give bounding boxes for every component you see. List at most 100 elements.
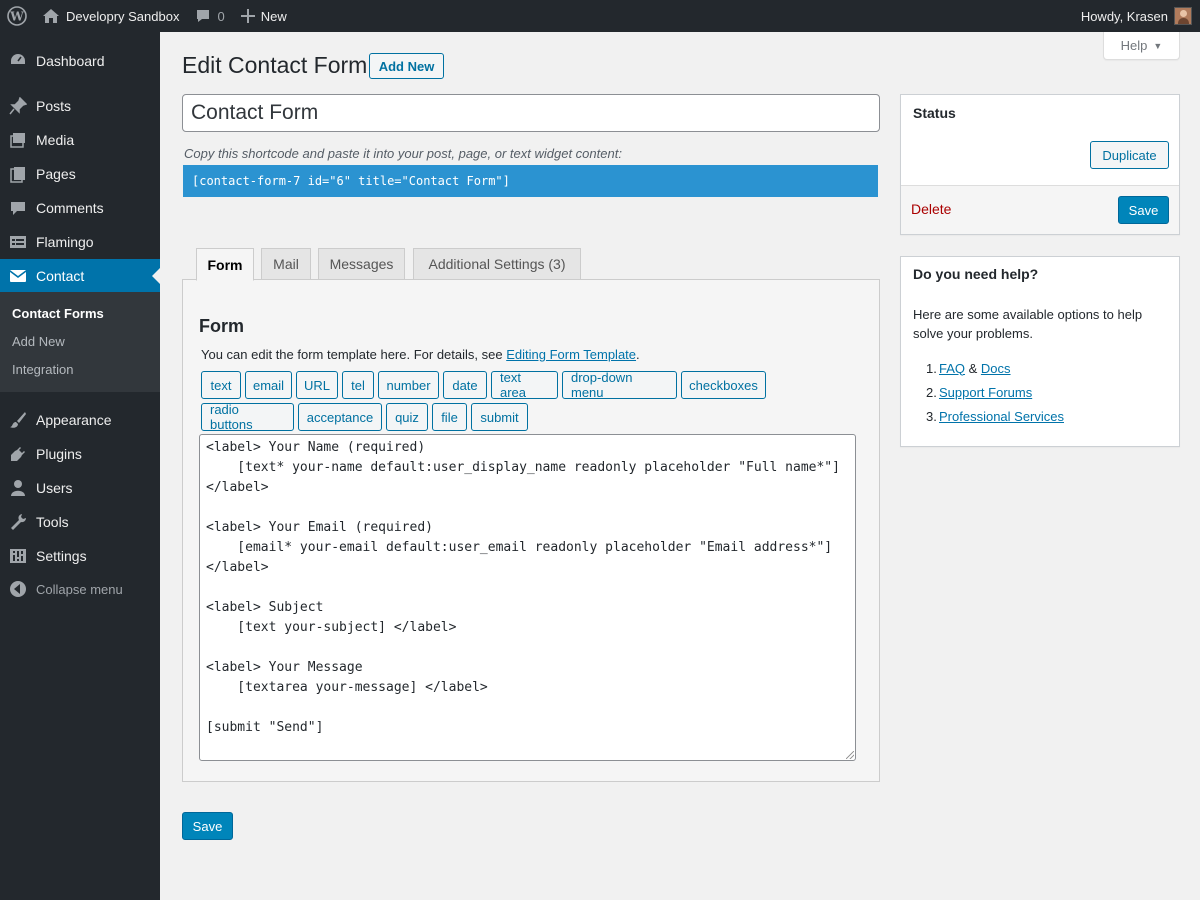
home-icon [42,8,60,24]
list-item: 1. FAQ & Docs [926,356,1064,380]
help-options-list: 1. FAQ & Docs 2. Support Forums 3. Professi… [926,356,1064,428]
shortcode-hint: Copy this shortcode and paste it into yo… [184,146,622,161]
save-button[interactable]: Save [182,812,233,840]
help-label: Help [1120,38,1148,53]
site-name: Developry Sandbox [66,8,180,24]
svg-text:W: W [9,10,24,24]
page-title: Edit Contact Form [182,52,368,78]
submenu-item-contact-forms[interactable]: Contact Forms [12,306,104,321]
tab-messages[interactable]: Messages [318,248,405,280]
tag-button-file[interactable]: file [432,403,467,431]
tab-form[interactable]: Form [196,248,254,281]
add-new-button[interactable]: Add New [369,53,444,79]
menu-item-appearance[interactable]: Appearance [0,403,160,437]
my-account-link[interactable]: Howdy, Krasen [1073,0,1200,32]
menu-label: Comments [36,200,104,216]
dashboard-icon [0,52,36,70]
list-number: 3. [926,408,937,424]
media-icon [0,131,36,149]
menu-item-settings[interactable]: Settings [0,539,160,573]
comment-bubble-icon [195,8,211,24]
editing-form-template-link[interactable]: Editing Form Template [506,347,636,362]
duplicate-button[interactable]: Duplicate [1090,141,1169,169]
menu-item-dashboard[interactable]: Dashboard [0,44,160,78]
faq-link[interactable]: FAQ [939,361,965,376]
tag-button-quiz[interactable]: quiz [386,403,428,431]
resize-grip-icon[interactable] [846,751,854,759]
new-label: New [260,8,287,24]
caret-down-icon: ▼ [1153,40,1163,51]
tag-button-checkboxes[interactable]: checkboxes [681,371,766,399]
tag-button-email[interactable]: email [245,371,292,399]
help-box-text: Here are some available options to help … [913,307,1143,341]
menu-item-posts[interactable]: Posts [0,89,160,123]
tag-button-tel[interactable]: tel [342,371,374,399]
menu-item-users[interactable]: Users [0,471,160,505]
avatar [1174,7,1192,25]
description-period: . [636,347,640,362]
menu-item-pages[interactable]: Pages [0,157,160,191]
shortcode-field[interactable]: [contact-form-7 id="6" title="Contact Fo… [183,165,878,197]
comments-link[interactable]: 0 [187,0,232,32]
wrench-icon [0,513,36,531]
form-template-textarea[interactable]: <label> Your Name (required) [text* your… [199,434,856,761]
menu-label: Plugins [36,446,82,462]
admin-bar: W Developry Sandbox 0 New Howdy, Krasen [0,0,1200,32]
support-forums-link[interactable]: Support Forums [939,385,1032,400]
collapse-arrow-icon [0,580,36,598]
list-item: 2. Support Forums [926,380,1064,404]
collapse-menu-button[interactable]: Collapse menu [0,572,160,606]
pin-icon [0,97,36,115]
status-save-button[interactable]: Save [1118,196,1169,224]
user-icon [0,479,36,497]
professional-services-link[interactable]: Professional Services [939,409,1064,424]
tag-button-text[interactable]: text [201,371,241,399]
menu-label: Posts [36,98,72,114]
description-text: You can edit the form template here. For… [201,347,507,362]
tag-button-drop-down-menu[interactable]: drop-down menu [562,370,677,400]
mail-icon [0,267,36,285]
list-separator: & [965,360,981,376]
form-template-code: <label> Your Name (required) [text* your… [206,440,840,735]
tag-button-date[interactable]: date [443,371,487,399]
tag-button-text-area[interactable]: text area [491,370,558,400]
menu-item-plugins[interactable]: Plugins [0,437,160,471]
docs-link[interactable]: Docs [981,361,1011,376]
delete-link[interactable]: Delete [911,201,951,217]
collapse-menu-label: Collapse menu [36,581,123,597]
tag-button-number[interactable]: number [378,371,439,399]
tag-button-acceptance[interactable]: acceptance [298,403,382,431]
menu-label: Settings [36,548,87,564]
submenu-item-integration[interactable]: Integration [12,362,73,377]
tag-button-submit[interactable]: submit [471,403,528,431]
menu-label: Tools [36,514,69,530]
menu-item-contact[interactable]: Contact [0,259,160,293]
menu-item-comments[interactable]: Comments [0,191,160,225]
sliders-icon [0,547,36,565]
tag-button-radio-buttons[interactable]: radio buttons [201,402,294,432]
menu-label: Media [36,132,75,148]
tag-button-url[interactable]: URL [296,371,338,399]
comments-count: 0 [217,8,225,24]
menu-item-tools[interactable]: Tools [0,505,160,539]
admin-menu: Dashboard Posts Media Pages Comments Fla… [0,32,160,900]
menu-label: Users [36,480,73,496]
help-tab-button[interactable]: Help ▼ [1103,32,1180,60]
panel-description: You can edit the form template here. For… [201,347,640,362]
wordpress-logo-icon[interactable]: W [0,0,34,32]
brush-icon [0,411,36,429]
menu-label: Contact [36,268,85,284]
panel-title: Form [199,316,244,336]
tab-mail[interactable]: Mail [261,248,311,280]
new-content-link[interactable]: New [233,0,295,32]
menu-item-flamingo[interactable]: Flamingo [0,225,160,259]
form-title-input[interactable]: Contact Form [182,94,880,132]
submenu-item-add-new[interactable]: Add New [12,334,65,349]
tab-additional-settings[interactable]: Additional Settings (3) [413,248,581,280]
menu-label: Pages [36,166,76,182]
menu-item-media[interactable]: Media [0,123,160,157]
contact-submenu: Contact Forms Add New Integration [0,292,160,392]
list-item: 3. Professional Services [926,404,1064,428]
list-icon [0,233,36,251]
site-name-link[interactable]: Developry Sandbox [34,0,187,32]
